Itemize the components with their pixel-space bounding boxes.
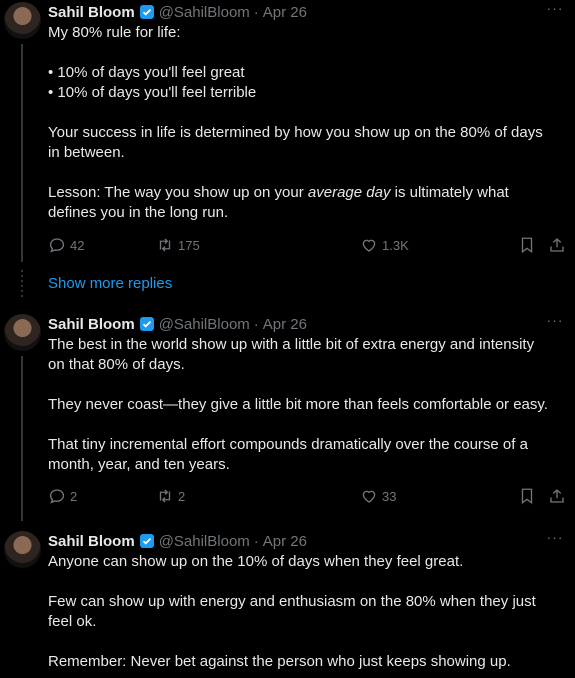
tweet-line: Few can show up with energy and enthusia… (48, 593, 536, 610)
tweet-line (48, 103, 568, 123)
reply-icon (49, 238, 65, 253)
more-options-icon[interactable]: ··· (545, 312, 565, 332)
reply-icon (49, 489, 65, 504)
author-handle[interactable]: @SahilBloom (159, 316, 250, 333)
retweet-icon (159, 489, 171, 503)
avatar[interactable] (4, 2, 41, 39)
tweet-actions: 2 2 33 (48, 486, 568, 506)
retweet-count: 2 (178, 488, 186, 504)
tweet-line: defines you in the long run. (48, 204, 229, 221)
tweet-line: The best in the world show up with a lit… (48, 336, 535, 353)
line-text: is ultimately what (390, 184, 509, 201)
show-more-replies-link[interactable]: Show more replies (48, 275, 172, 292)
tweet-line: Your success in life is determined by ho… (48, 124, 543, 141)
tweet-line: Anyone can show up on the 10% of days wh… (48, 553, 464, 570)
tweet-text: Anyone can show up on the 10% of days wh… (48, 552, 568, 672)
tweet-line: Lesson: The way you show up on your aver… (48, 183, 568, 203)
italic-phrase: average day (307, 184, 391, 201)
author-handle[interactable]: @SahilBloom (159, 533, 250, 550)
tweet-line: feel ok. (48, 613, 97, 630)
like-button[interactable]: 33 (360, 486, 396, 506)
verified-badge-icon (139, 317, 154, 331)
tweet-actions: 42 175 1.3K (48, 235, 568, 255)
thread-gap-dots (21, 270, 23, 300)
tweet-line (48, 415, 568, 435)
tweet-line: They never coast—they give a little bit … (48, 396, 548, 413)
author-name[interactable]: Sahil Bloom (48, 316, 135, 333)
separator-dot: · (253, 3, 259, 21)
reply-button[interactable]: 42 (48, 235, 84, 255)
like-button[interactable]: 1.3K (360, 235, 409, 255)
tweet-header: Sahil Bloom @SahilBloom · Apr 26 (48, 2, 307, 22)
tweet-line: • 10% of days you'll feel great (48, 64, 245, 81)
line-text: Lesson: The way you show up on your (48, 184, 304, 201)
retweet-count: 175 (178, 237, 200, 253)
tweet-line: My 80% rule for life: (48, 24, 181, 41)
share-icon (550, 489, 564, 503)
avatar[interactable] (4, 531, 41, 568)
share-button[interactable] (548, 486, 566, 506)
tweet-line: month, year, and ten years. (48, 456, 230, 473)
avatar[interactable] (4, 314, 41, 351)
separator-dot: · (253, 315, 259, 333)
share-icon (550, 238, 564, 252)
bookmark-button[interactable] (518, 486, 536, 506)
tweet-header: Sahil Bloom @SahilBloom · Apr 26 (48, 531, 307, 551)
tweet-line (48, 572, 568, 592)
more-options-icon[interactable]: ··· (545, 0, 565, 20)
tweet-line (48, 632, 568, 652)
more-options-icon[interactable]: ··· (545, 529, 565, 549)
bookmark-button[interactable] (518, 235, 536, 255)
reply-button[interactable]: 2 (48, 486, 77, 506)
like-count: 33 (382, 488, 397, 504)
tweet[interactable]: Sahil Bloom @SahilBloom · Apr 26 ··· My … (0, 0, 575, 262)
tweet-text: The best in the world show up with a lit… (48, 335, 568, 475)
tweet-line (48, 163, 568, 183)
heart-icon (362, 490, 376, 503)
verified-badge-icon (139, 534, 154, 548)
verified-badge-icon (139, 5, 154, 19)
tweet-date[interactable]: Apr 26 (263, 533, 307, 550)
bookmark-icon (521, 488, 533, 505)
bookmark-icon (521, 237, 533, 254)
tweet-line: That tiny incremental effort compounds d… (48, 436, 528, 453)
share-button[interactable] (548, 235, 566, 255)
tweet-line: in between. (48, 144, 125, 161)
author-name[interactable]: Sahil Bloom (48, 4, 135, 21)
tweet-text: My 80% rule for life: • 10% of days you'… (48, 23, 568, 223)
separator-dot: · (253, 532, 259, 550)
retweet-button[interactable]: 2 (156, 486, 185, 506)
like-count: 1.3K (382, 237, 409, 253)
tweet[interactable]: Sahil Bloom @SahilBloom · Apr 26 ··· Any… (0, 529, 575, 678)
author-name[interactable]: Sahil Bloom (48, 533, 135, 550)
heart-icon (362, 239, 376, 252)
tweet-line: • 10% of days you'll feel terrible (48, 84, 257, 101)
tweet-date[interactable]: Apr 26 (263, 316, 307, 333)
tweet-line: Remember: Never bet against the person w… (48, 653, 511, 670)
retweet-button[interactable]: 175 (156, 235, 200, 255)
reply-count: 42 (70, 237, 85, 253)
tweet-line (48, 43, 568, 63)
tweet-date[interactable]: Apr 26 (263, 4, 307, 21)
tweet-line: on that 80% of days. (48, 356, 185, 373)
tweet-header: Sahil Bloom @SahilBloom · Apr 26 (48, 314, 307, 334)
author-handle[interactable]: @SahilBloom (159, 4, 250, 21)
retweet-icon (159, 238, 171, 252)
tweet-line (48, 375, 568, 395)
reply-count: 2 (70, 488, 78, 504)
tweet[interactable]: Sahil Bloom @SahilBloom · Apr 26 ··· The… (0, 312, 575, 514)
